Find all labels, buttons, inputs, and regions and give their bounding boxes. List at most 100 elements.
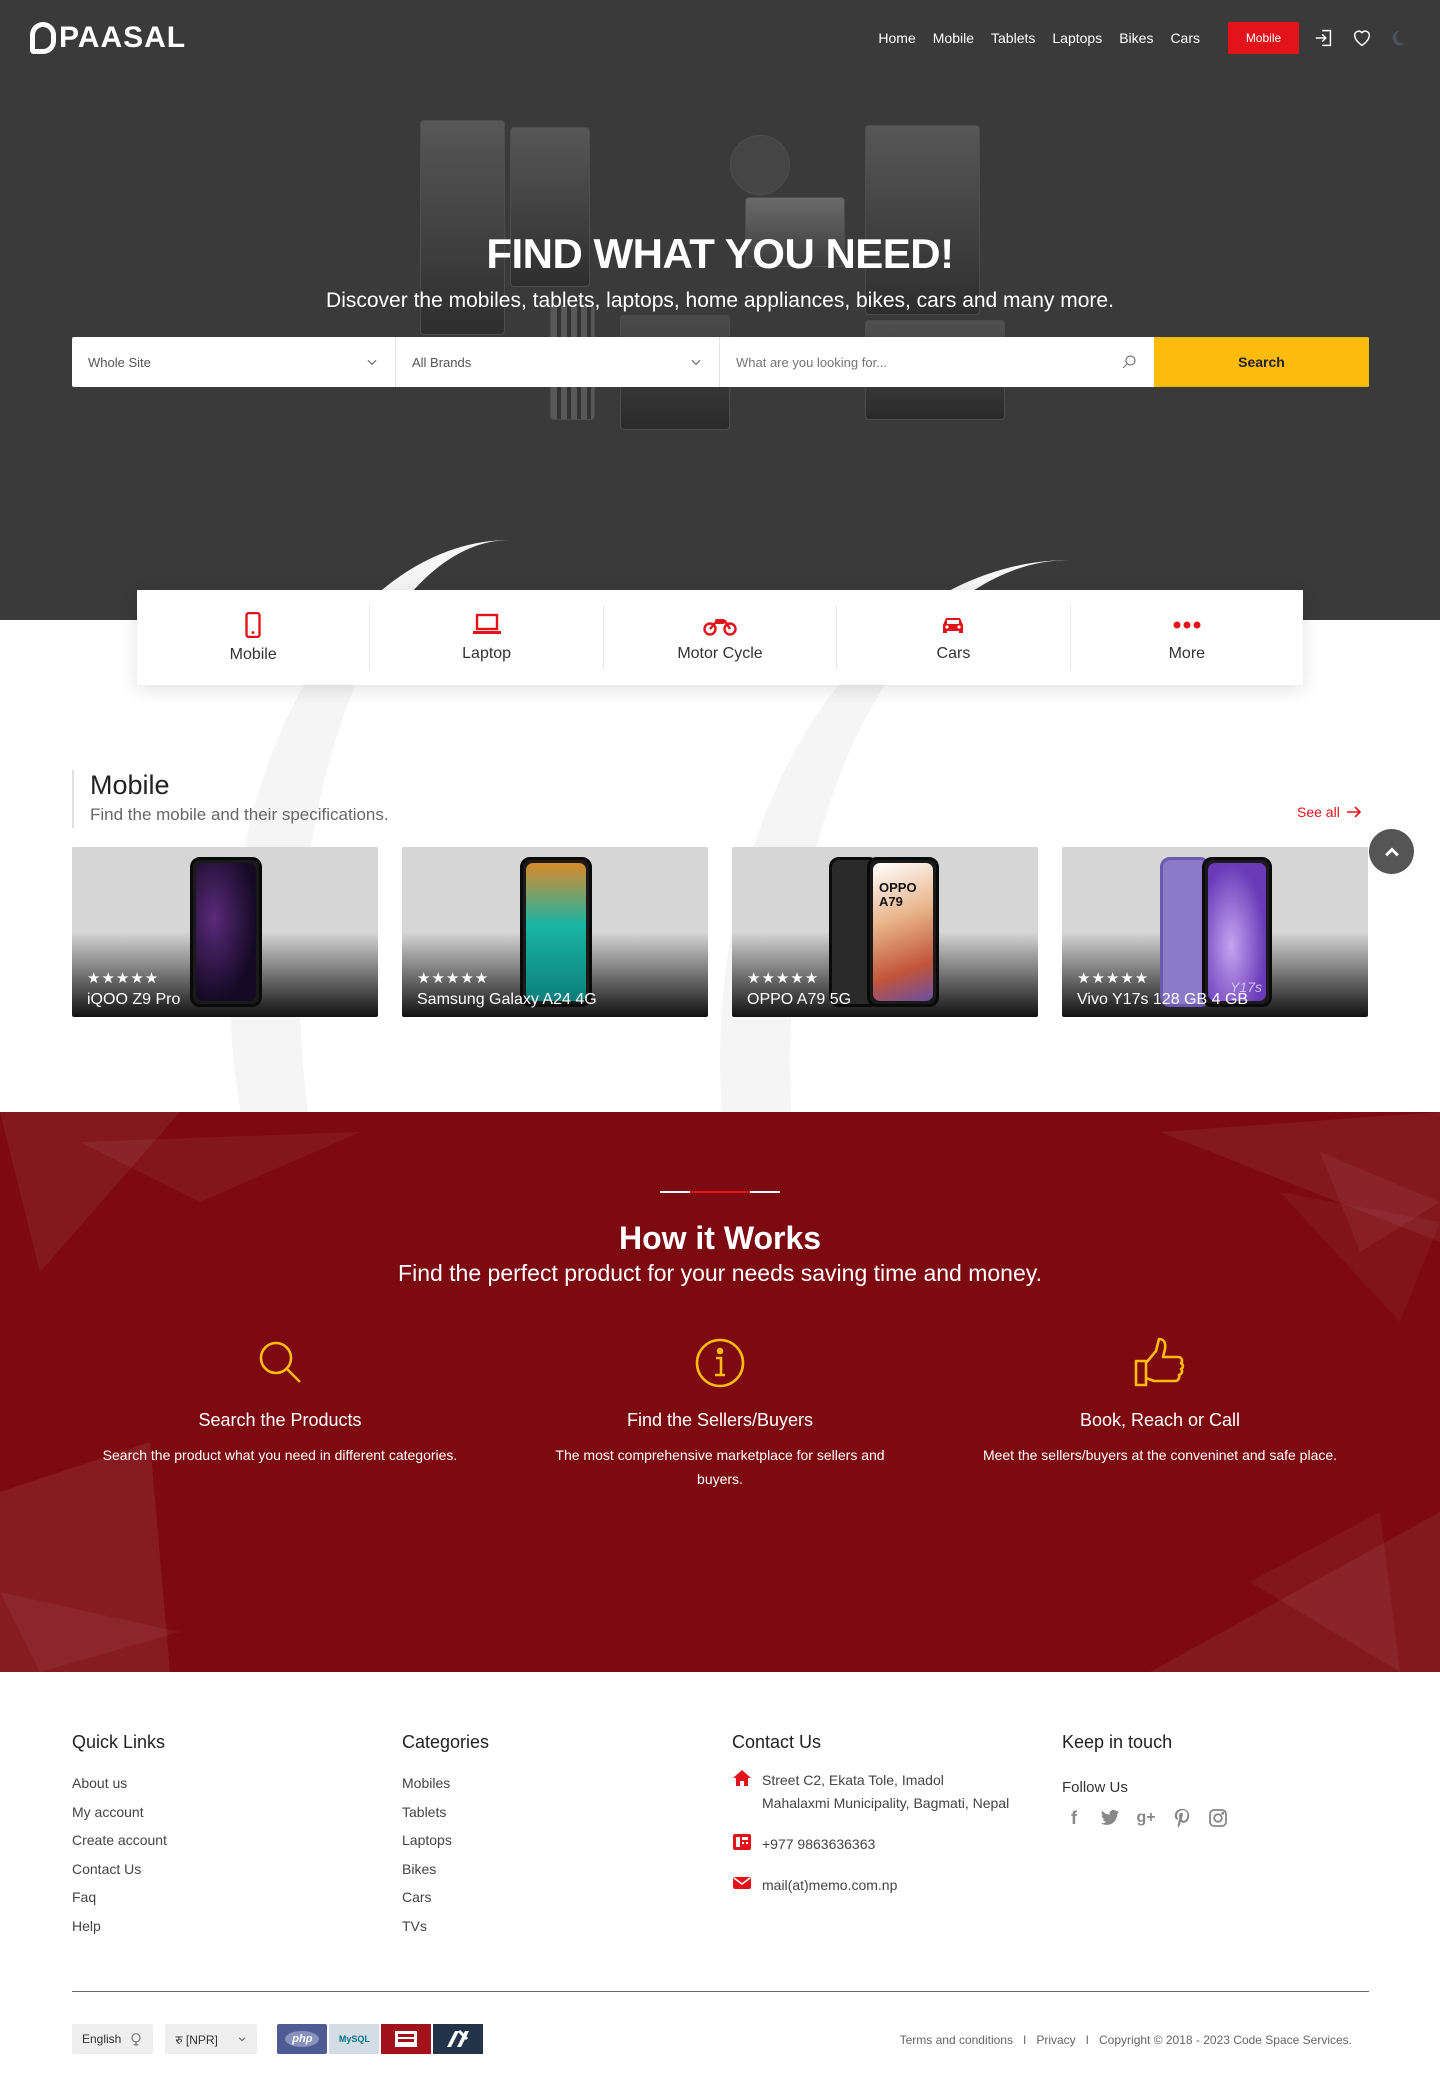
how-title: How it Works	[618, 1220, 822, 1256]
nav-tablets[interactable]: Tablets	[991, 30, 1035, 46]
nav-cars[interactable]: Cars	[1170, 30, 1200, 46]
chevron-down-icon	[691, 359, 701, 366]
contact-phone[interactable]: +977 9863636363	[762, 1833, 875, 1856]
nav-bikes[interactable]: Bikes	[1119, 30, 1153, 46]
scroll-to-top-button[interactable]	[1369, 829, 1414, 874]
brand-select[interactable]: All Brands	[396, 337, 720, 387]
copyright-text: Copyright © 2018 - 2023 Code Space Servi…	[1099, 2033, 1352, 2047]
instagram-icon[interactable]	[1206, 1806, 1230, 1830]
mysql-logo: MySQL	[329, 2024, 380, 2054]
google-plus-icon[interactable]: g+	[1134, 1806, 1158, 1830]
footer-link[interactable]: Contact Us	[72, 1855, 392, 1884]
server-logo	[381, 2024, 432, 2054]
scope-select[interactable]: Whole Site	[72, 337, 396, 387]
more-dots-icon	[1173, 621, 1201, 628]
search-input[interactable]	[736, 354, 1096, 370]
section-subtitle: Find the mobile and their specifications…	[90, 805, 389, 824]
product-name: Samsung Galaxy A24 4G	[417, 991, 597, 1008]
category-label: Cars	[936, 644, 971, 662]
nav-laptops[interactable]: Laptops	[1052, 30, 1102, 46]
brand-select-value: All Brands	[412, 354, 472, 370]
info-icon	[695, 1338, 745, 1388]
footer-contact: Contact Us Street C2, Ekata Tole, Imadol…	[732, 1732, 1052, 1915]
top-navigation: Home Mobile Tablets Laptops Bikes Cars	[878, 30, 1200, 46]
product-card[interactable]: OPPO A79 ★★★★★ OPPO A79 5G	[732, 847, 1038, 1017]
footer-categories: Categories Mobiles Tablets Laptops Bikes…	[402, 1732, 722, 1940]
screen-text: OPPO A79	[879, 880, 917, 909]
footer-link[interactable]: Cars	[402, 1883, 722, 1912]
dark-mode-moon-icon[interactable]	[1386, 26, 1410, 50]
product-image: OPPO A79	[867, 857, 939, 1007]
mobile-icon	[245, 611, 261, 638]
motorcycle-icon	[703, 618, 737, 636]
separator: I	[1085, 2033, 1090, 2047]
contact-email[interactable]: mail(at)memo.com.np	[762, 1874, 897, 1897]
category-label: Motor Cycle	[677, 644, 763, 662]
search-bar: Whole Site All Brands Search	[72, 337, 1369, 387]
step-title: Book, Reach or Call	[1079, 1410, 1241, 1430]
step-search: Search the Products Search the product w…	[80, 1337, 480, 1467]
title-decoration	[660, 1191, 780, 1194]
chevron-up-icon	[1384, 846, 1399, 856]
mail-icon	[733, 1877, 751, 1889]
product-card[interactable]: ★★★★★ Samsung Galaxy A24 4G	[402, 847, 708, 1017]
currency-select[interactable]: रु [NPR]	[165, 2024, 258, 2054]
footer-link[interactable]: Mobiles	[402, 1769, 722, 1798]
php-logo: php	[277, 2024, 328, 2054]
product-card[interactable]: Y17s ★★★★★ Vivo Y17s 128 GB 4 GB	[1062, 847, 1368, 1017]
terms-link[interactable]: Terms and conditions	[900, 2033, 1013, 2047]
category-mobile[interactable]: Mobile	[137, 605, 371, 670]
php-logo-text: php	[285, 2031, 320, 2047]
nav-home[interactable]: Home	[878, 30, 915, 46]
scope-select-value: Whole Site	[88, 354, 151, 370]
category-label: Laptop	[462, 644, 512, 662]
footer-link[interactable]: Help	[72, 1912, 392, 1941]
category-more[interactable]: More	[1071, 605, 1303, 670]
privacy-link[interactable]: Privacy	[1036, 2033, 1075, 2047]
hero-title: FIND WHAT YOU NEED!	[486, 230, 954, 277]
category-laptop[interactable]: Laptop	[370, 605, 604, 670]
product-image	[190, 857, 262, 1007]
hero-subtitle: Discover the mobiles, tablets, laptops, …	[326, 289, 1114, 312]
footer-link[interactable]: Faq	[72, 1883, 392, 1912]
category-bar: Mobile Laptop Motor Cycle Cars More	[137, 590, 1303, 685]
see-all-link[interactable]: See all	[1297, 804, 1362, 820]
chevron-down-icon	[367, 359, 377, 366]
search-button[interactable]: Search	[1154, 337, 1369, 387]
footer-link[interactable]: Laptops	[402, 1826, 722, 1855]
twitter-icon[interactable]	[1098, 1806, 1122, 1830]
logo-mark-icon	[30, 22, 56, 54]
appliances-image	[420, 115, 1020, 460]
language-select[interactable]: English	[72, 2024, 154, 2054]
footer-heading: Quick Links	[72, 1732, 166, 1752]
pinterest-icon[interactable]	[1170, 1806, 1194, 1830]
rating-stars: ★★★★★	[1077, 970, 1150, 987]
product-image	[520, 857, 592, 1007]
brand-logo[interactable]: PAASAL	[30, 20, 186, 56]
login-icon[interactable]	[1312, 26, 1336, 50]
search-input-wrap	[720, 337, 1154, 387]
nav-mobile[interactable]: Mobile	[933, 30, 974, 46]
footer-link[interactable]: About us	[72, 1769, 392, 1798]
step-title: Search the Products	[198, 1410, 362, 1430]
mobile-cta-button[interactable]: Mobile	[1228, 22, 1299, 54]
product-card-list: ★★★★★ iQOO Z9 Pro ★★★★★ Samsung Galaxy A…	[72, 847, 1368, 1017]
product-card[interactable]: ★★★★★ iQOO Z9 Pro	[72, 847, 378, 1017]
facebook-icon[interactable]: f	[1062, 1806, 1086, 1830]
rating-stars: ★★★★★	[747, 970, 820, 987]
footer-link[interactable]: My account	[72, 1798, 392, 1827]
separator: I	[1022, 2033, 1027, 2047]
footer-link[interactable]: Create account	[72, 1826, 392, 1855]
see-all-label: See all	[1297, 804, 1340, 820]
category-label: Mobile	[229, 645, 277, 663]
contact-address: Mahalaxmi Municipality, Bagmati, Nepal	[762, 1795, 1010, 1811]
footer-link[interactable]: Tablets	[402, 1798, 722, 1827]
category-cars[interactable]: Cars	[837, 605, 1071, 670]
globe-icon	[131, 2033, 141, 2046]
category-motorcycle[interactable]: Motor Cycle	[604, 605, 838, 670]
wishlist-heart-icon[interactable]	[1350, 26, 1374, 50]
footer-link[interactable]: TVs	[402, 1912, 722, 1941]
footer-link[interactable]: Bikes	[402, 1855, 722, 1884]
language-value: English	[82, 2032, 122, 2046]
product-image: Y17s	[1202, 857, 1272, 1007]
